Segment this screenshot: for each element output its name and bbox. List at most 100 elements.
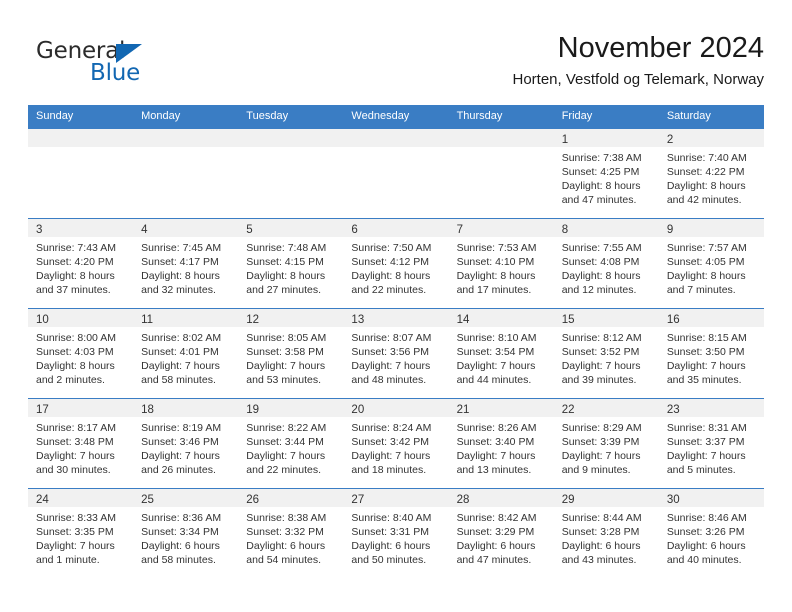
day-detail-line: Daylight: 7 hours [351,360,431,372]
calendar-header-row: Sunday Monday Tuesday Wednesday Thursday Frid… [28,105,764,129]
day-cell-content: 8 Sunrise: 7:55 AM Sunset: 4:08 PM Daylight… [553,219,659,308]
page-title: November 2024 [557,32,764,64]
day-number-band: 11 [133,309,239,327]
calendar-day-cell[interactable]: 10 Sunrise: 8:00 AM Sunset: 4:03 PM Dayligh… [28,308,134,399]
day-detail-line: and 39 minutes. [561,374,637,386]
day-detail-line: Sunrise: 8:31 AM [666,422,747,434]
day-detail-line: Sunrise: 7:57 AM [666,242,747,254]
day-detail-line: Sunset: 4:01 PM [141,346,219,358]
calendar-day-cell[interactable]: 17 Sunrise: 8:17 AM Sunset: 3:48 PM Dayligh… [28,398,134,489]
day-detail-line: and 43 minutes. [561,554,637,566]
calendar-empty-cell [343,128,449,219]
day-number: 2 [666,134,674,146]
day-number: 8 [561,224,569,236]
day-detail-line: Sunset: 4:08 PM [561,256,640,268]
day-detail-line: Sunset: 3:31 PM [351,526,430,538]
day-details: Sunrise: 8:15 AM Sunset: 3:50 PM Daylight:… [659,327,764,387]
calendar-day-cell[interactable]: 11 Sunrise: 8:02 AM Sunset: 4:01 PM Dayligh… [133,308,239,399]
calendar-day-cell[interactable]: 6 Sunrise: 7:50 AM Sunset: 4:12 PM Daylight… [343,218,449,309]
day-number-band: 23 [658,399,764,417]
day-detail-line: Sunrise: 7:38 AM [561,152,642,164]
day-detail-line: Sunrise: 8:24 AM [351,422,432,434]
day-cell-content: 14 Sunrise: 8:10 AM Sunset: 3:54 PM Dayligh… [448,309,554,398]
calendar-day-cell[interactable]: 13 Sunrise: 8:07 AM Sunset: 3:56 PM Dayligh… [343,308,449,399]
day-details: Sunrise: 7:45 AM Sunset: 4:17 PM Daylight:… [133,237,238,297]
calendar-day-cell[interactable]: 26 Sunrise: 8:38 AM Sunset: 3:32 PM Dayligh… [238,488,344,578]
day-detail-line: and 42 minutes. [666,194,742,206]
day-number-band [343,129,449,147]
day-details: Sunrise: 8:42 AM Sunset: 3:29 PM Daylight:… [449,507,554,567]
day-number-band: 22 [553,399,659,417]
day-cell-content: 3 Sunrise: 7:43 AM Sunset: 4:20 PM Daylight… [28,219,134,308]
general-blue-logo[interactable]: General Blue [28,36,258,96]
day-details: Sunrise: 7:53 AM Sunset: 4:10 PM Daylight:… [449,237,554,297]
day-detail-line: Sunrise: 8:40 AM [351,512,432,524]
day-details: Sunrise: 8:10 AM Sunset: 3:54 PM Daylight:… [449,327,554,387]
calendar-day-cell[interactable]: 25 Sunrise: 8:36 AM Sunset: 3:34 PM Dayligh… [133,488,239,578]
calendar-day-cell[interactable]: 3 Sunrise: 7:43 AM Sunset: 4:20 PM Daylight… [28,218,134,309]
day-number-band: 12 [238,309,344,327]
calendar-day-cell[interactable]: 12 Sunrise: 8:05 AM Sunset: 3:58 PM Dayligh… [238,308,344,399]
day-details [133,147,238,151]
weekday-header-row: Sunday Monday Tuesday Wednesday Thursday Frid… [28,105,764,129]
day-detail-line: and 22 minutes. [351,284,427,296]
day-detail-line: Daylight: 7 hours [456,450,536,462]
day-number: 23 [666,404,680,416]
day-details: Sunrise: 7:43 AM Sunset: 4:20 PM Daylight:… [28,237,133,297]
calendar-week-row: 10 Sunrise: 8:00 AM Sunset: 4:03 PM Dayligh… [28,308,764,399]
calendar-day-cell[interactable]: 9 Sunrise: 7:57 AM Sunset: 4:05 PM Daylight… [658,218,764,309]
day-detail-line: Sunrise: 8:07 AM [351,332,432,344]
calendar-day-cell[interactable]: 22 Sunrise: 8:29 AM Sunset: 3:39 PM Dayligh… [553,398,659,489]
calendar-day-cell[interactable]: 21 Sunrise: 8:26 AM Sunset: 3:40 PM Dayligh… [448,398,554,489]
day-detail-line: and 9 minutes. [561,464,631,476]
calendar-day-cell[interactable]: 20 Sunrise: 8:24 AM Sunset: 3:42 PM Dayligh… [343,398,449,489]
calendar-day-cell[interactable]: 15 Sunrise: 8:12 AM Sunset: 3:52 PM Dayligh… [553,308,659,399]
calendar-day-cell[interactable]: 16 Sunrise: 8:15 AM Sunset: 3:50 PM Dayligh… [658,308,764,399]
day-detail-line: and 1 minute. [36,554,100,566]
day-detail-line: Sunset: 3:50 PM [666,346,745,358]
calendar-day-cell[interactable]: 30 Sunrise: 8:46 AM Sunset: 3:26 PM Dayligh… [658,488,764,578]
calendar-day-cell[interactable]: 2 Sunrise: 7:40 AM Sunset: 4:22 PM Daylight… [658,128,764,219]
calendar-day-cell[interactable]: 1 Sunrise: 7:38 AM Sunset: 4:25 PM Daylight… [553,128,659,219]
day-details: Sunrise: 8:38 AM Sunset: 3:32 PM Daylight:… [238,507,343,567]
day-details: Sunrise: 7:55 AM Sunset: 4:08 PM Daylight:… [554,237,659,297]
day-number-band: 7 [448,219,554,237]
calendar-day-cell[interactable]: 8 Sunrise: 7:55 AM Sunset: 4:08 PM Daylight… [553,218,659,309]
calendar-day-cell[interactable]: 24 Sunrise: 8:33 AM Sunset: 3:35 PM Dayligh… [28,488,134,578]
calendar-day-cell[interactable]: 29 Sunrise: 8:44 AM Sunset: 3:28 PM Dayligh… [553,488,659,578]
calendar-day-cell[interactable]: 14 Sunrise: 8:10 AM Sunset: 3:54 PM Dayligh… [448,308,554,399]
day-details: Sunrise: 8:40 AM Sunset: 3:31 PM Daylight:… [343,507,448,567]
calendar-week-row: 3 Sunrise: 7:43 AM Sunset: 4:20 PM Daylight… [28,218,764,309]
day-cell-content: 5 Sunrise: 7:48 AM Sunset: 4:15 PM Daylight… [238,219,344,308]
day-number: 20 [351,404,365,416]
calendar-day-cell[interactable]: 23 Sunrise: 8:31 AM Sunset: 3:37 PM Dayligh… [658,398,764,489]
calendar-day-cell[interactable]: 27 Sunrise: 8:40 AM Sunset: 3:31 PM Dayligh… [343,488,449,578]
day-cell-content: 13 Sunrise: 8:07 AM Sunset: 3:56 PM Dayligh… [343,309,449,398]
calendar-day-cell[interactable]: 28 Sunrise: 8:42 AM Sunset: 3:29 PM Dayligh… [448,488,554,578]
day-number: 5 [246,224,253,236]
day-number-band: 6 [343,219,449,237]
day-number-band: 15 [553,309,659,327]
day-number: 13 [351,314,365,326]
day-cell-content: 11 Sunrise: 8:02 AM Sunset: 4:01 PM Dayligh… [133,309,239,398]
day-details: Sunrise: 8:33 AM Sunset: 3:35 PM Daylight:… [28,507,133,567]
day-cell-content [238,129,344,218]
day-detail-line: and 13 minutes. [456,464,532,476]
day-detail-line: and 48 minutes. [351,374,427,386]
day-number: 29 [561,494,575,506]
day-details: Sunrise: 8:24 AM Sunset: 3:42 PM Daylight:… [343,417,448,477]
calendar-day-cell[interactable]: 5 Sunrise: 7:48 AM Sunset: 4:15 PM Daylight… [238,218,344,309]
calendar-day-cell[interactable]: 18 Sunrise: 8:19 AM Sunset: 3:46 PM Dayligh… [133,398,239,489]
day-number: 26 [246,494,260,506]
calendar-day-cell[interactable]: 4 Sunrise: 7:45 AM Sunset: 4:17 PM Daylight… [133,218,239,309]
calendar-day-cell[interactable]: 19 Sunrise: 8:22 AM Sunset: 3:44 PM Dayligh… [238,398,344,489]
day-details: Sunrise: 7:38 AM Sunset: 4:25 PM Daylight:… [554,147,659,207]
day-detail-line: Sunset: 3:44 PM [246,436,324,448]
day-detail-line: Sunset: 3:35 PM [36,526,114,538]
day-detail-line: Sunset: 4:25 PM [561,166,640,178]
day-cell-content: 28 Sunrise: 8:42 AM Sunset: 3:29 PM Dayligh… [448,489,554,578]
calendar-day-cell[interactable]: 7 Sunrise: 7:53 AM Sunset: 4:10 PM Daylight… [448,218,554,309]
day-number: 1 [561,134,569,146]
day-number-band [448,129,554,147]
weekday-header-monday: Monday [133,105,239,129]
